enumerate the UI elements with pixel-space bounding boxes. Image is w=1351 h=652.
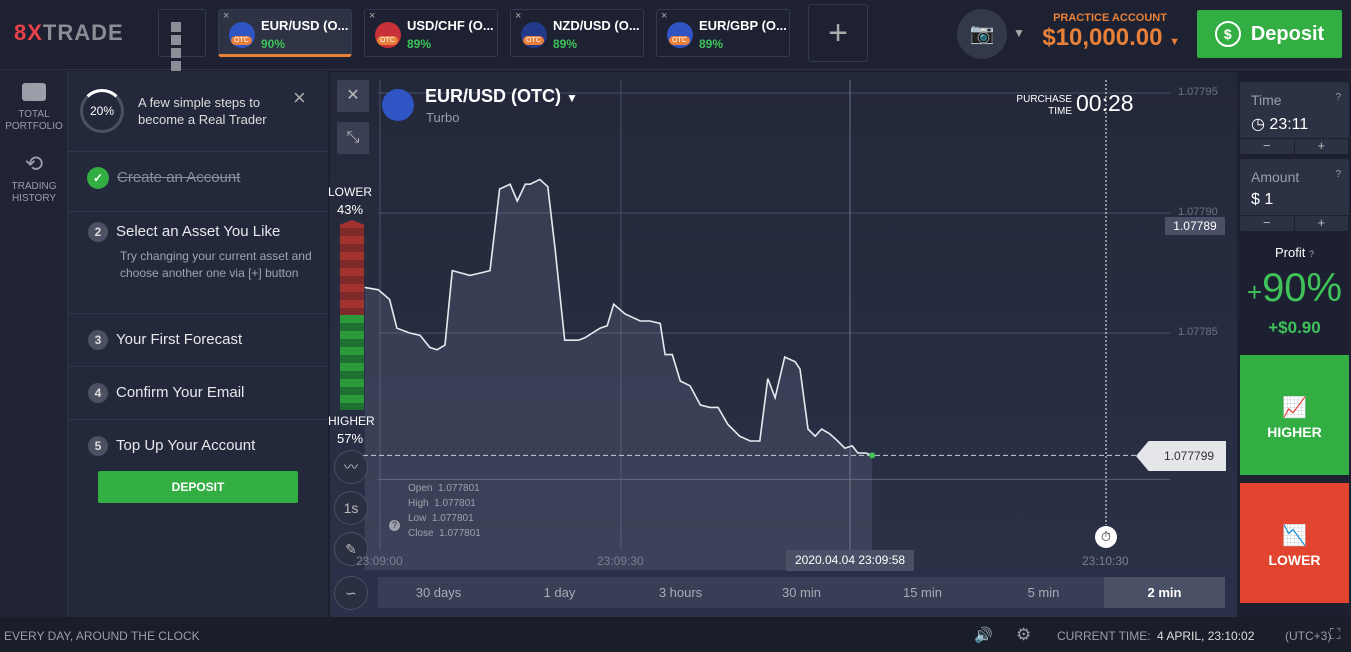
time-input[interactable]: Time? ◷ 23:11− + xyxy=(1240,82,1349,154)
timeframe-1-day[interactable]: 1 day xyxy=(499,577,620,608)
purchase-time: 00:28 xyxy=(1076,90,1134,116)
current-price-dot xyxy=(869,452,876,459)
y-tick: 1.07795 xyxy=(1178,86,1218,98)
current-price: 1.077799 xyxy=(1136,441,1226,471)
timeframe-3-hours[interactable]: 3 hours xyxy=(620,577,741,608)
current-time-label: CURRENT TIME: xyxy=(1057,629,1151,643)
asset-selector[interactable]: EUR/USD (OTC) ▼ xyxy=(425,86,578,107)
crosshair-time: 2020.04.04 23:09:58 xyxy=(786,550,914,571)
expiration-timer-icon: ⏱ xyxy=(1095,526,1117,548)
amount-decrement-button[interactable]: − xyxy=(1240,216,1295,231)
sound-icon[interactable]: 🔊 xyxy=(974,626,993,644)
lower-sentiment-bar xyxy=(340,220,364,315)
profit-label: Profit ? xyxy=(1275,245,1314,260)
help-icon[interactable]: ? xyxy=(1309,249,1314,259)
ohlc-info: Open 1.077801 High 1.077801 Low 1.077801… xyxy=(408,483,481,539)
close-chart-icon[interactable]: ✕ xyxy=(337,80,369,112)
crosshair-price: 1.07789 xyxy=(1165,217,1225,235)
caret-down-icon: ▼ xyxy=(566,91,578,105)
tagline: EVERY DAY, AROUND THE CLOCK xyxy=(4,629,200,643)
chart-up-icon: 📈 xyxy=(1282,397,1307,419)
timeframe-bar: 30 days 1 day 3 hours 30 min 15 min 5 mi… xyxy=(378,577,1225,608)
settings-icon[interactable]: ⚙ xyxy=(1016,625,1031,645)
fullscreen-icon[interactable]: ⛶ xyxy=(1330,626,1341,643)
timezone: (UTC+3) xyxy=(1285,629,1332,643)
timeframe-2-min[interactable]: 2 min xyxy=(1104,577,1225,608)
price-chart xyxy=(355,80,1170,570)
profit-percent: +90% xyxy=(1246,266,1343,310)
y-tick: 1.07785 xyxy=(1178,326,1218,338)
candle-interval-button[interactable]: 1s xyxy=(334,491,368,525)
timeframe-30-days[interactable]: 30 days xyxy=(378,577,499,608)
higher-sentiment-bar xyxy=(340,315,364,410)
footer: EVERY DAY, AROUND THE CLOCK 🔊 ⚙ CURRENT … xyxy=(0,617,1351,652)
time-decrement-button[interactable]: − xyxy=(1240,139,1295,154)
purchase-time-label: PURCHASE TIME xyxy=(1016,94,1072,117)
flag-icon xyxy=(382,89,414,121)
x-tick: 23:09:00 xyxy=(356,554,403,568)
timeframe-30-min[interactable]: 30 min xyxy=(741,577,862,608)
chart-type-icon[interactable]: 〰 xyxy=(334,450,368,484)
help-icon[interactable]: ? xyxy=(1335,169,1341,180)
trade-panel: Time? ◷ 23:11− + Amount? $ 1− + Profit ? +90… xyxy=(1238,72,1351,617)
amount-increment-button[interactable]: + xyxy=(1295,216,1349,231)
timeframe-5-min[interactable]: 5 min xyxy=(983,577,1104,608)
current-time: 4 APRIL, 23:10:02 xyxy=(1157,629,1255,643)
timeframe-15-min[interactable]: 15 min xyxy=(862,577,983,608)
x-tick: 23:09:30 xyxy=(597,554,644,568)
clock-icon: ◷ xyxy=(1251,116,1265,133)
option-type: Turbo xyxy=(426,110,460,125)
time-increment-button[interactable]: + xyxy=(1295,139,1349,154)
help-icon[interactable]: ? xyxy=(1335,92,1341,103)
higher-button[interactable]: 📈 HIGHER xyxy=(1240,355,1349,475)
lower-sentiment: LOWER 43% xyxy=(328,185,373,217)
higher-sentiment: HIGHER 57% xyxy=(328,414,375,446)
amount-input[interactable]: Amount? $ 1− + xyxy=(1240,159,1349,231)
x-tick: 23:10:30 xyxy=(1082,554,1129,568)
chart-down-icon: 📉 xyxy=(1282,525,1307,547)
help-icon[interactable]: ? xyxy=(389,520,400,531)
collapse-icon[interactable]: ⤡ xyxy=(337,122,369,154)
indicators-icon[interactable]: ∽ xyxy=(334,576,368,610)
lower-button[interactable]: 📉 LOWER xyxy=(1240,483,1349,603)
profit-amount: +$0.90 xyxy=(1268,318,1321,337)
